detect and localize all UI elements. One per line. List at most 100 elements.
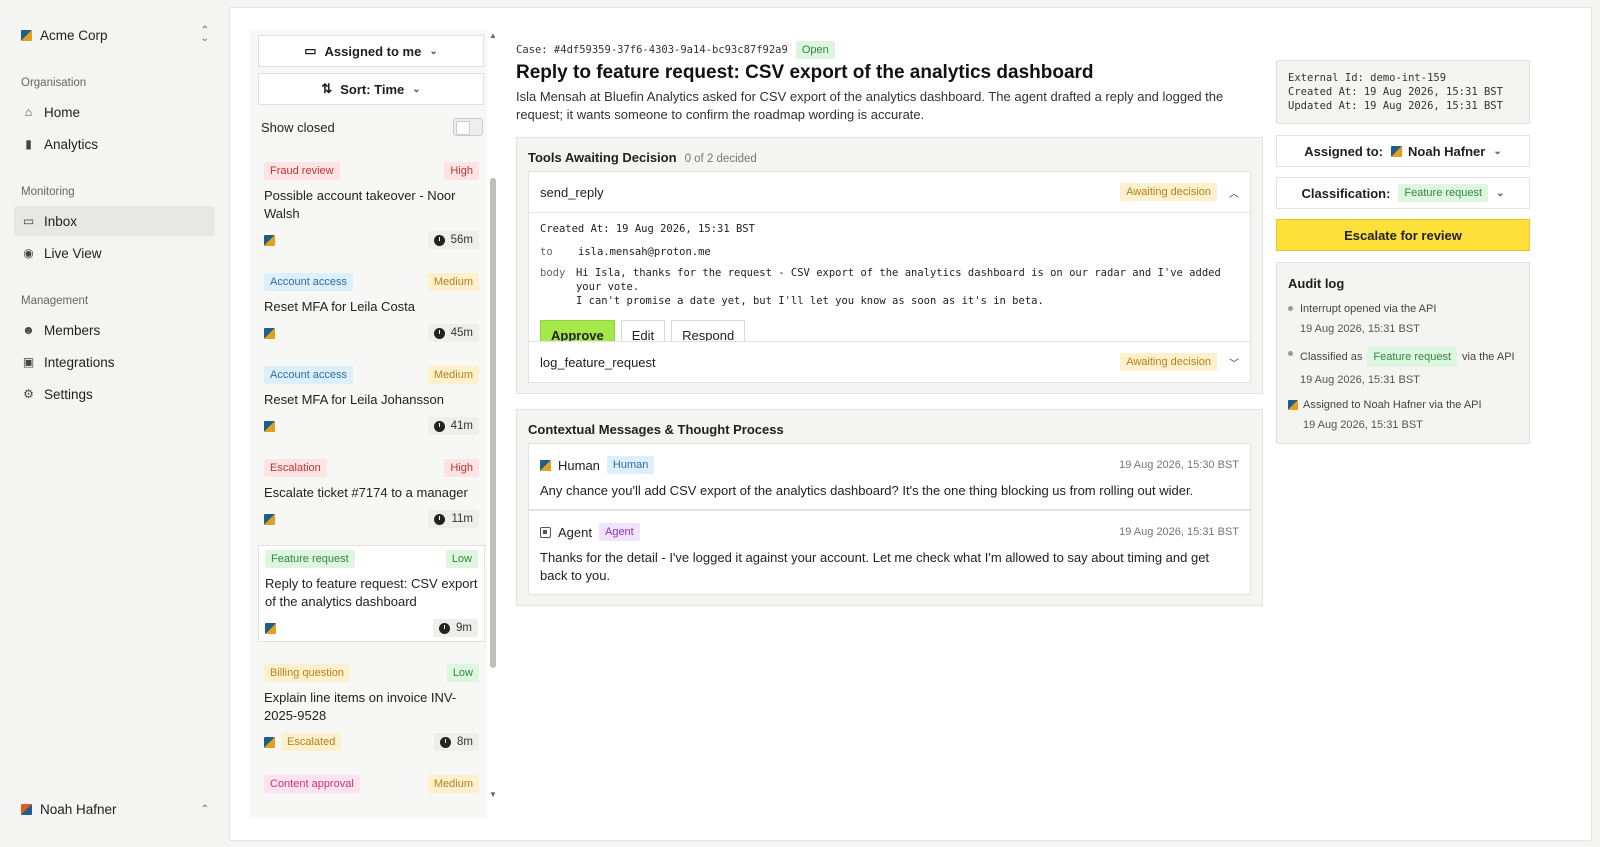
status-badge: Open	[795, 41, 835, 59]
clock-icon	[440, 736, 452, 748]
list-item[interactable]: Account access Medium Reset MFA for Leila…	[258, 269, 485, 346]
bullet-icon	[1288, 351, 1293, 356]
priority-tag: Low	[445, 550, 478, 568]
status-badge: Awaiting decision	[1120, 183, 1217, 201]
assigned-filter-button[interactable]: ▭ Assigned to me ⌄	[258, 35, 484, 67]
tools-heading: Tools Awaiting Decision	[528, 150, 677, 165]
time-value: 45m	[450, 327, 473, 339]
tools-progress: 0 of 2 decided	[684, 153, 757, 165]
message-text: Any chance you'll add CSV export of the …	[540, 483, 1194, 498]
sidebar-item-settings[interactable]: ⚙ Settings	[14, 379, 215, 409]
scrollbar-thumb[interactable]	[490, 178, 496, 668]
sidebar-item-home[interactable]: ⌂ Home	[14, 97, 215, 127]
sidebar-item-label: Integrations	[44, 354, 115, 370]
scroll-up-arrow[interactable]: ▲	[489, 31, 497, 40]
time-value: 9m	[456, 622, 472, 634]
inbox-list: ▭ Assigned to me ⌄ ⇅ Sort: Time ⌄ Show c…	[250, 30, 487, 818]
sidebar-item-integrations[interactable]: ▣ Integrations	[14, 347, 215, 377]
classification-select[interactable]: Classification: Feature request ⌄	[1276, 177, 1530, 209]
sidebar-item-label: Home	[44, 104, 81, 120]
case-id: Case: #4df59359-37f6-4303-9a14-bc93c87f9…	[516, 44, 788, 56]
sidebar-item-members[interactable]: ☻ Members	[14, 315, 215, 345]
tool-log-feature-request: log_feature_request Awaiting decision ﹀	[528, 341, 1251, 383]
list-item[interactable]: Content approval Medium	[258, 771, 485, 797]
sidebar-item-label: Analytics	[44, 136, 99, 152]
item-title: Reply to feature request: CSV export of …	[265, 576, 478, 609]
to-label: to	[540, 246, 553, 258]
time-value: 8m	[457, 736, 473, 748]
avatar	[1391, 145, 1403, 157]
sidebar-item-inbox[interactable]: ▭ Inbox	[14, 206, 215, 236]
assignee-avatar	[264, 513, 275, 525]
avatar	[1288, 400, 1298, 410]
show-closed-toggle[interactable]	[453, 118, 483, 136]
chevron-down-icon[interactable]: ﹀	[1229, 355, 1239, 370]
integrations-icon: ▣	[22, 355, 35, 369]
escalate-button[interactable]: Escalate for review	[1276, 219, 1530, 251]
sidebar-item-label: Members	[44, 322, 101, 338]
message-text: Thanks for the detail - I've logged it a…	[540, 550, 1210, 583]
cpu-icon	[540, 526, 551, 538]
assignee-label: Assigned to:	[1304, 143, 1384, 159]
avatar	[21, 804, 32, 815]
tool-header[interactable]: send_reply Awaiting decision ︿	[529, 172, 1250, 212]
item-title: Possible account takeover - Noor Walsh	[264, 188, 456, 221]
body-row: body Hi Isla, thanks for the request - C…	[540, 266, 1239, 308]
tool-header[interactable]: log_feature_request Awaiting decision ﹀	[529, 342, 1250, 382]
section-title-monitoring: Monitoring	[21, 186, 75, 198]
assignee-avatar	[264, 420, 275, 432]
context-header: Contextual Messages & Thought Process	[528, 422, 784, 437]
sidebar-item-analytics[interactable]: ▮ Analytics	[14, 129, 215, 159]
users-icon: ☻	[22, 323, 35, 337]
status-badge: Awaiting decision	[1120, 353, 1217, 371]
category-tag: Account access	[264, 273, 354, 291]
sort-button[interactable]: ⇅ Sort: Time ⌄	[258, 73, 484, 105]
section-title-management: Management	[21, 295, 89, 307]
message-header: Human Human 19 Aug 2026, 15:30 BST	[540, 456, 1239, 474]
contextual-messages: Contextual Messages & Thought Process Hu…	[516, 409, 1263, 606]
message-time: 19 Aug 2026, 15:31 BST	[1119, 526, 1239, 538]
audit-event-time: 19 Aug 2026, 15:31 BST	[1300, 374, 1420, 386]
org-switcher[interactable]: Acme Corp ⌃ ⌄	[21, 26, 209, 44]
section-title-organisation: Organisation	[21, 77, 87, 89]
message-author: Human	[558, 457, 600, 473]
clock-icon	[434, 513, 446, 525]
assignee-select[interactable]: Assigned to: Noah Hafner ⌄	[1276, 135, 1530, 167]
audit-event-text: via the API	[1462, 351, 1515, 363]
clock-icon	[433, 327, 445, 339]
show-closed-label: Show closed	[261, 119, 335, 135]
audit-event-time: 19 Aug 2026, 15:31 BST	[1303, 419, 1423, 431]
time-badge: 45m	[427, 324, 479, 342]
user-menu[interactable]: Noah Hafner ⌃	[21, 802, 209, 817]
user-name: Noah Hafner	[40, 802, 117, 817]
chevron-down-icon: ⌄	[412, 83, 421, 95]
audit-event-text: Interrupt opened via the API	[1300, 303, 1437, 315]
list-item[interactable]: Account access Medium Reset MFA for Leila…	[258, 362, 485, 439]
chevron-up-icon[interactable]: ︿	[1229, 185, 1239, 200]
list-item-selected[interactable]: Feature request Low Reply to feature requ…	[258, 545, 485, 642]
category-tag: Feature request	[265, 550, 355, 568]
list-item[interactable]: Billing question Low Explain line items o…	[258, 660, 485, 755]
time-badge: 11m	[428, 510, 479, 528]
item-title: Explain line items on invoice INV-2025-9…	[264, 690, 457, 723]
bar-chart-icon: ▮	[25, 137, 32, 151]
inbox-icon: ▭	[22, 214, 35, 228]
assignee-avatar	[264, 327, 275, 339]
message-human: Human Human 19 Aug 2026, 15:30 BST Any c…	[528, 443, 1251, 510]
body-line: I can't promise a date yet, but I'll let…	[575, 295, 1044, 307]
list-item[interactable]: Escalation High Escalate ticket #7174 to …	[258, 455, 485, 532]
context-heading: Contextual Messages & Thought Process	[528, 422, 784, 437]
priority-tag: High	[444, 162, 479, 180]
list-item[interactable]: Fraud review High Possible account takeov…	[258, 158, 485, 253]
sidebar-item-label: Live View	[44, 245, 102, 261]
priority-tag: High	[444, 459, 479, 477]
sidebar-item-live-view[interactable]: ◉ Live View	[14, 238, 215, 268]
scroll-down-arrow[interactable]: ▼	[489, 790, 497, 799]
item-title: Reset MFA for Leila Johansson	[264, 392, 444, 407]
sidebar: Acme Corp ⌃ ⌄ Organisation ⌂ Home ▮ Analy…	[0, 0, 228, 847]
to-row: to isla.mensah@proton.me	[540, 245, 1239, 259]
external-id: External Id: demo-int-159	[1288, 72, 1447, 84]
home-icon: ⌂	[24, 105, 33, 119]
assignee-avatar	[264, 736, 275, 748]
time-value: 11m	[451, 513, 473, 525]
